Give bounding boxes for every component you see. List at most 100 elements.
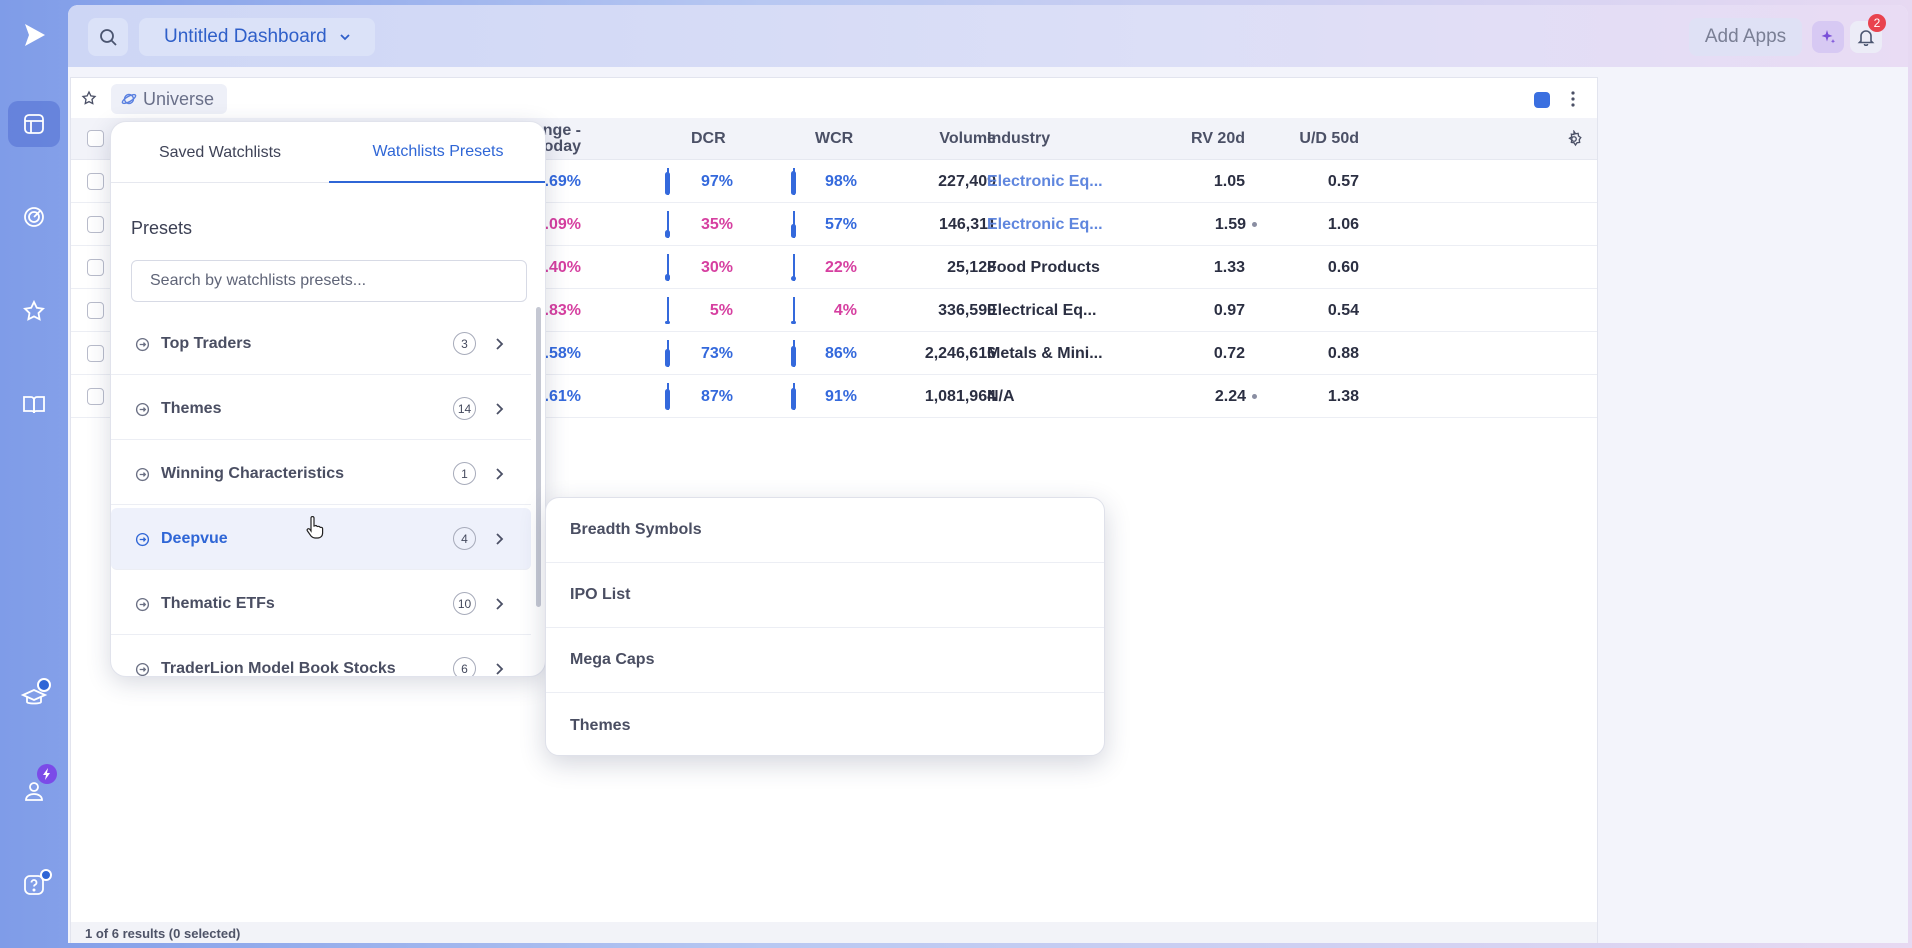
volume-cell: 25,128 [947,258,996,276]
rv-indicator-dot [1252,222,1257,227]
preset-item-label: Themes [161,399,222,417]
wcr-bar [791,171,796,195]
chevron-right-icon [496,598,504,610]
rv20d-cell: 1.05 [1171,160,1245,203]
industry-cell: Electrical Eq... [987,301,1097,319]
rv20d-cell: 1.59 [1171,203,1257,246]
preset-item-thematic-etfs[interactable]: Thematic ETFs 10 [111,573,531,635]
volume-cell: 1,081,964 [924,387,996,405]
preset-count-badge: 6 [453,657,476,676]
dcr-bar [665,321,670,324]
wcr-cell: 98% [824,172,857,190]
dcr-cell: 5% [709,301,733,319]
dcr-bar [665,274,670,281]
submenu-item-mega-caps[interactable]: Mega Caps [546,628,1104,693]
tab-watchlists-presets[interactable]: Watchlists Presets [329,122,545,183]
rv20d-value: 1.33 [1213,258,1245,276]
preset-folder-icon [135,337,150,352]
preset-folder-icon [135,597,150,612]
search-button[interactable] [88,18,128,56]
settings-gear-icon[interactable] [1565,130,1583,148]
dcr-bar [665,349,670,367]
row-checkbox[interactable] [87,173,104,190]
preset-item-themes[interactable]: Themes 14 [111,378,531,440]
dropdown-tabs: Saved Watchlists Watchlists Presets [111,122,545,183]
link-color-square[interactable] [1534,92,1550,108]
wcr-cell: 57% [824,215,857,233]
rv20d-value: 1.05 [1213,172,1245,190]
chevron-down-icon [340,34,350,41]
industry-cell[interactable]: Electronic Eq... [987,203,1117,246]
help-icon[interactable] [8,862,60,908]
deepvue-submenu: Breadth Symbols IPO List Mega Caps Theme… [545,497,1105,756]
industry-cell: Metals & Mini... [987,344,1103,362]
col-industry[interactable]: Industry [987,118,1107,160]
preset-item-traderlion-model-book-stocks[interactable]: TraderLion Model Book Stocks 6 [111,638,531,676]
col-volume[interactable]: Volume [911,118,996,160]
row-checkbox[interactable] [87,302,104,319]
preset-item-label: Deepvue [161,529,228,547]
presets-search-input[interactable] [131,260,527,302]
wcr-cell: 4% [833,301,857,319]
submenu-item-ipo-list[interactable]: IPO List [546,563,1104,628]
ai-sparkle-button[interactable] [1812,21,1844,53]
universe-selector[interactable]: Universe [111,84,227,114]
learn-icon[interactable] [8,675,60,721]
watchlist-star-icon[interactable] [8,288,60,334]
rv-indicator-dot [1252,394,1257,399]
select-all-checkbox[interactable] [87,130,104,147]
ud50d-cell: 0.88 [1327,344,1359,362]
row-checkbox[interactable] [87,345,104,362]
col-ud50d[interactable]: U/D 50d [1281,118,1359,160]
dcr-cell: 30% [700,258,733,276]
wcr-bar [791,346,796,367]
row-checkbox[interactable] [87,259,104,276]
sidebar [0,0,68,948]
ud50d-cell: 0.54 [1327,301,1359,319]
preset-folder-icon [135,532,150,547]
preset-count-badge: 14 [453,397,476,420]
rv20d-value: 2.24 [1214,387,1246,405]
industry-cell[interactable]: Electronic Eq... [987,160,1117,203]
add-apps-button[interactable]: Add Apps [1689,18,1802,56]
dashboard-title: Untitled Dashboard [164,26,327,47]
dashboard-title-dropdown[interactable]: Untitled Dashboard [139,18,375,56]
chevron-right-icon [496,663,504,675]
dashboard-icon[interactable] [8,101,60,147]
dcr-cell: 73% [700,344,733,362]
planet-icon [121,93,137,105]
tab-saved-watchlists[interactable]: Saved Watchlists [111,122,329,183]
sparkle-icon [1821,30,1836,44]
row-checkbox[interactable] [87,388,104,405]
scanner-icon[interactable] [8,194,60,240]
col-dcr[interactable]: DCR [691,118,731,160]
presets-scrollbar[interactable] [536,307,541,607]
lightning-icon [37,764,57,784]
book-icon[interactable] [8,382,60,428]
submenu-item-breadth-symbols[interactable]: Breadth Symbols [546,498,1104,563]
volume-cell: 336,590 [938,301,996,319]
preset-count-badge: 4 [453,527,476,550]
dcr-cell: 87% [700,387,733,405]
hand-cursor-icon [306,516,324,539]
preset-item-label: Top Traders [161,334,252,352]
rv20d-cell: 0.97 [1171,289,1245,332]
volume-cell: 227,409 [938,172,996,190]
logo-icon[interactable] [8,12,60,58]
preset-count-badge: 1 [453,462,476,485]
wcr-range-line [793,297,795,324]
favorite-star-icon[interactable] [81,90,97,106]
preset-item-top-traders[interactable]: Top Traders 3 [111,313,531,375]
more-vertical-icon[interactable] [1565,90,1581,108]
chevron-right-icon [496,403,504,415]
col-rv20d[interactable]: RV 20d [1171,118,1245,160]
notification-count-badge: 2 [1868,14,1886,32]
submenu-item-themes[interactable]: Themes [546,693,1104,758]
preset-count-badge: 10 [453,592,476,615]
dcr-cell: 35% [700,215,733,233]
preset-item-winning-characteristics[interactable]: Winning Characteristics 1 [111,443,531,505]
wcr-bar [791,321,796,324]
col-wcr[interactable]: WCR [815,118,857,160]
preset-item-label: Thematic ETFs [161,594,275,612]
row-checkbox[interactable] [87,216,104,233]
